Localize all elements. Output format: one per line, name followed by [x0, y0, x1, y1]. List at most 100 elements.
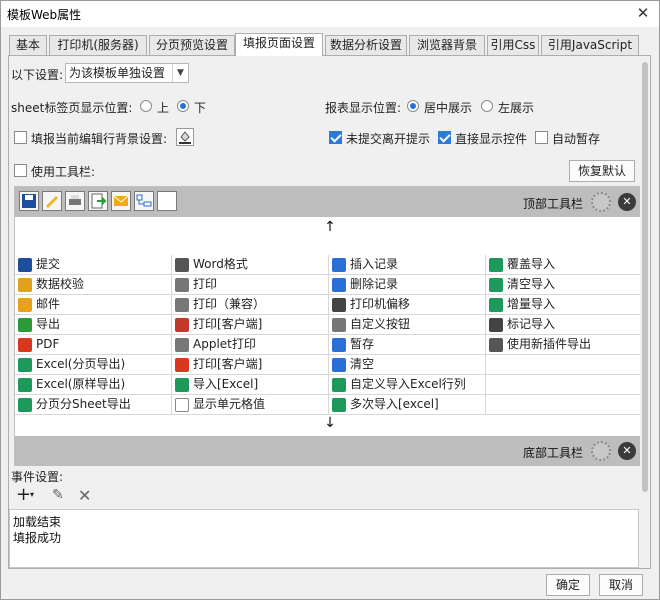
- save-icon[interactable]: [19, 191, 39, 211]
- radio-sheet-top-label: 上: [157, 101, 170, 115]
- close-icon[interactable]: ✕: [618, 442, 636, 460]
- toolbar-button-cell[interactable]: PDF: [15, 335, 172, 355]
- fill-row-bg-checkbox[interactable]: [14, 131, 27, 144]
- toolbar-button-cell[interactable]: 邮件: [15, 295, 172, 315]
- tab-browser-background[interactable]: 浏览器背景: [409, 35, 485, 55]
- title-bar: 模板Web属性 ✕: [1, 1, 659, 27]
- toolbar-button-cell[interactable]: 打印机偏移: [329, 295, 486, 315]
- scrollbar-thumb[interactable]: [642, 62, 648, 492]
- tab-printer-server[interactable]: 打印机(服务器): [49, 35, 147, 55]
- toolbar-button-label: PDF: [36, 337, 60, 351]
- tab-basic[interactable]: 基本: [9, 35, 47, 55]
- toolbar-button-cell[interactable]: 提交: [15, 255, 172, 275]
- toolbar-button-cell[interactable]: 暂存: [329, 335, 486, 355]
- toolbar-button-cell[interactable]: 清空导入: [486, 275, 643, 295]
- tab-data-analysis[interactable]: 数据分析设置: [325, 35, 407, 55]
- close-icon[interactable]: ✕: [633, 3, 653, 23]
- chevron-down-icon: ▼: [172, 64, 188, 82]
- toolbar-button-cell[interactable]: 多次导入[excel]: [329, 395, 486, 415]
- toolbar-button-label: 自定义按钮: [350, 317, 411, 331]
- radio-report-center[interactable]: [407, 100, 419, 112]
- toolbar-button-cell[interactable]: 增量导入: [486, 295, 643, 315]
- toolbar-button-cell[interactable]: 导出: [15, 315, 172, 335]
- toolbar-button-cell[interactable]: Word格式: [172, 255, 329, 275]
- toolbar-button-label: 覆盖导入: [507, 257, 556, 271]
- radio-sheet-bottom[interactable]: [177, 100, 189, 112]
- tab-javascript[interactable]: 引用JavaScript: [541, 35, 639, 55]
- toolbar-button-cell[interactable]: 删除记录: [329, 275, 486, 295]
- gear-icon: [332, 318, 346, 332]
- toolbar-button-cell[interactable]: 分页分Sheet导出: [15, 395, 172, 415]
- chevron-down-icon[interactable]: ▾: [30, 490, 34, 499]
- restore-default-button[interactable]: 恢复默认: [569, 160, 635, 182]
- toolbar-button-cell[interactable]: 打印（兼容）: [172, 295, 329, 315]
- use-toolbar-checkbox[interactable]: [14, 164, 27, 177]
- toolbar-button-label: 增量导入: [507, 297, 556, 311]
- autosave-checkbox[interactable]: [535, 131, 548, 144]
- export-icon[interactable]: [88, 191, 108, 211]
- toolbar-button-cell[interactable]: 数据校验: [15, 275, 172, 295]
- gear-icon[interactable]: [591, 441, 611, 461]
- blank-icon[interactable]: [157, 191, 177, 211]
- toolbar-button-cell[interactable]: 覆盖导入: [486, 255, 643, 275]
- toolbar-buttons-grid: 提交 Word格式 插入记录 覆盖导入 数据校验 打印 删除记录 清空导入 邮件 打印（兼容） 打印…: [15, 255, 645, 415]
- cancel-button[interactable]: 取消: [599, 574, 643, 596]
- toolbar-button-cell[interactable]: 插入记录: [329, 255, 486, 275]
- insert-row-icon[interactable]: [134, 191, 154, 211]
- toolbar-button-label: Excel(分页导出): [36, 357, 126, 371]
- move-down-arrow[interactable]: ↓: [15, 413, 645, 433]
- tab-css[interactable]: 引用Css: [487, 35, 539, 55]
- edit-icon[interactable]: ✎: [52, 487, 64, 503]
- toolbar-editor: 顶部工具栏 ✕ ↑ 提交 Word格式 插入记录 覆盖导入 数据校验 打印 删除记录 清空导入…: [14, 186, 646, 466]
- radio-report-left[interactable]: [481, 100, 493, 112]
- toolbar-button-label: 导出: [36, 317, 61, 331]
- move-up-arrow[interactable]: ↑: [15, 217, 645, 237]
- excel-icon: [18, 378, 32, 392]
- toolbar-button-label: 打印[客户端]: [193, 357, 263, 371]
- toolbar-button-cell[interactable]: 自定义导入Excel行列: [329, 375, 486, 395]
- tab-fill-page-settings[interactable]: 填报页面设置: [235, 33, 323, 56]
- print-icon[interactable]: [65, 191, 85, 211]
- mark-import-icon: [489, 318, 503, 332]
- radio-sheet-top[interactable]: [140, 100, 152, 112]
- toolbar-button-label: 分页分Sheet导出: [36, 397, 131, 411]
- close-icon[interactable]: ✕: [618, 193, 636, 211]
- unsubmitted-leave-checkbox[interactable]: [329, 131, 342, 144]
- panel-scrollbar[interactable]: [640, 58, 650, 566]
- scope-select[interactable]: 为该模板单独设置 ▼: [65, 63, 189, 83]
- event-item-fill-success[interactable]: 填报成功: [13, 529, 61, 546]
- ok-button[interactable]: 确定: [546, 574, 590, 596]
- radio-report-center-label: 居中展示: [424, 101, 473, 115]
- use-toolbar-label: 使用工具栏:: [31, 165, 96, 179]
- toolbar-button-cell[interactable]: Applet打印: [172, 335, 329, 355]
- toolbar-button-cell[interactable]: 标记导入: [486, 315, 643, 335]
- toolbar-button-cell: [486, 375, 643, 395]
- tab-page-preview[interactable]: 分页预览设置: [149, 35, 235, 55]
- mail-icon[interactable]: [111, 191, 131, 211]
- gear-icon[interactable]: [591, 192, 611, 212]
- paint-bucket-icon[interactable]: [176, 128, 194, 146]
- pencil-icon[interactable]: [42, 191, 62, 211]
- toolbar-button-label: 标记导入: [507, 317, 556, 331]
- toolbar-button-cell[interactable]: Excel(分页导出): [15, 355, 172, 375]
- direct-show-widget-checkbox[interactable]: [438, 131, 451, 144]
- move-icon: [332, 298, 346, 312]
- toolbar-button-cell[interactable]: 打印[客户端]: [172, 315, 329, 335]
- toolbar-button-cell[interactable]: 使用新插件导出: [486, 335, 643, 355]
- toolbar-button-cell[interactable]: 显示单元格值: [172, 395, 329, 415]
- pdf-icon: [18, 338, 32, 352]
- toolbar-button-cell[interactable]: 清空: [329, 355, 486, 375]
- toolbar-button-label: 数据校验: [36, 277, 85, 291]
- toolbar-button-cell[interactable]: Excel(原样导出): [15, 375, 172, 395]
- delete-icon[interactable]: ✕: [78, 486, 91, 505]
- excel-icon: [18, 358, 32, 372]
- toolbar-button-cell[interactable]: 打印: [172, 275, 329, 295]
- add-icon[interactable]: +: [16, 486, 31, 504]
- event-item-load-finished[interactable]: 加载结束: [13, 513, 61, 530]
- excel-icon: [332, 378, 346, 392]
- toolbar-button-cell[interactable]: 打印[客户端]: [172, 355, 329, 375]
- toolbar-button-cell[interactable]: 自定义按钮: [329, 315, 486, 335]
- toolbar-button-cell[interactable]: 导入[Excel]: [172, 375, 329, 395]
- toolbar-button-label: Word格式: [193, 257, 248, 271]
- events-toolbar: + ▾ ✎ ✕: [16, 486, 96, 506]
